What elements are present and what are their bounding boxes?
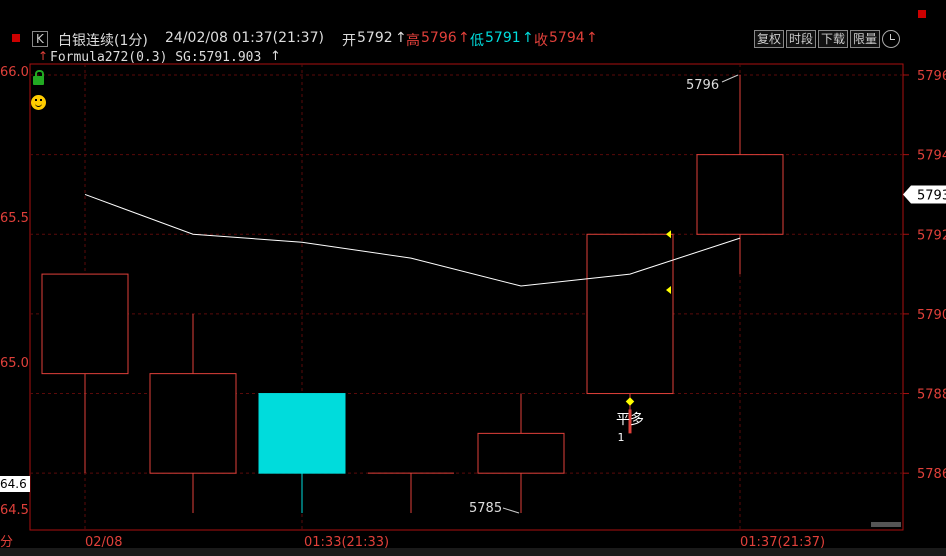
fuquan-button[interactable]: 复权 [754, 30, 785, 48]
close-label: 收 [534, 33, 548, 49]
signal-sub: 1 [618, 431, 625, 444]
scroll-thumb [871, 522, 901, 527]
high-arrow: ↑ [458, 30, 470, 46]
right-tick-label-5: 5788 [917, 388, 946, 403]
signal-diamond [625, 397, 635, 406]
open-label: 开 [342, 33, 356, 49]
right-tick-label-3: 5792 [917, 228, 946, 243]
open-arrow: ↑ [395, 30, 407, 46]
low-arrow: ↑ [522, 30, 534, 46]
candle-body-2 [258, 393, 346, 474]
close-arrow: ↑ [586, 30, 598, 46]
low-label: 低 [470, 33, 484, 49]
right-tick-label-6: 5786 [917, 467, 946, 482]
left-tick-label-4: 64.5 [0, 503, 29, 518]
low-value: 5791 [485, 30, 521, 46]
candle-body-5 [586, 233, 674, 395]
high-value: 5796 [421, 30, 457, 46]
close-value: 5794 [549, 30, 585, 46]
lock-icon[interactable] [33, 70, 44, 85]
formula-line: Formula272(0.3) SG:5791.903 [50, 50, 262, 65]
open-value: 5792 [357, 30, 393, 46]
right-tick-label-4: 5790 [917, 308, 946, 323]
download-button[interactable]: 下载 [818, 30, 849, 48]
candle-body-4 [477, 432, 565, 474]
current-price-label: 5793 [917, 188, 946, 203]
smiley-icon[interactable] [31, 95, 46, 110]
right-tick-label-0: 5796 [917, 69, 946, 84]
candle-body-6 [696, 154, 784, 235]
low-label-leader [502, 507, 520, 514]
kline-chart: 5796 5794 5792 5790 5788 5786 5793 66.0 65.5 65.0… [0, 63, 946, 550]
formula-end-arrow: ↑ [270, 49, 281, 64]
left-tick-label-0: 66.0 [0, 65, 29, 80]
left-tick-label-2: 65.0 [0, 356, 29, 371]
k-badge[interactable]: K [32, 31, 48, 47]
low-label: 5785 [469, 501, 502, 516]
clock-icon[interactable] [882, 30, 900, 48]
candle-body-1 [149, 373, 237, 474]
high-label: 高 [406, 33, 420, 49]
candle-body-0 [41, 273, 129, 375]
bar-datetime: 24/02/08 01:37(21:37) [165, 30, 324, 46]
chart-title: 白银连续(1分) [58, 33, 148, 49]
bottom-bar [0, 548, 946, 556]
signal-text: 平多 [616, 411, 644, 428]
right-tick-label-1: 5794 [917, 149, 946, 164]
left-tick-label-3: 64.6 [0, 477, 27, 491]
high-label: 5796 [686, 78, 719, 93]
formula-arrow: ↑ [38, 49, 49, 63]
xianliang-button[interactable]: 限量 [850, 30, 881, 48]
high-label-leader [721, 74, 739, 83]
shiduan-button[interactable]: 时段 [786, 30, 817, 48]
left-tick-label-1: 65.5 [0, 211, 29, 226]
